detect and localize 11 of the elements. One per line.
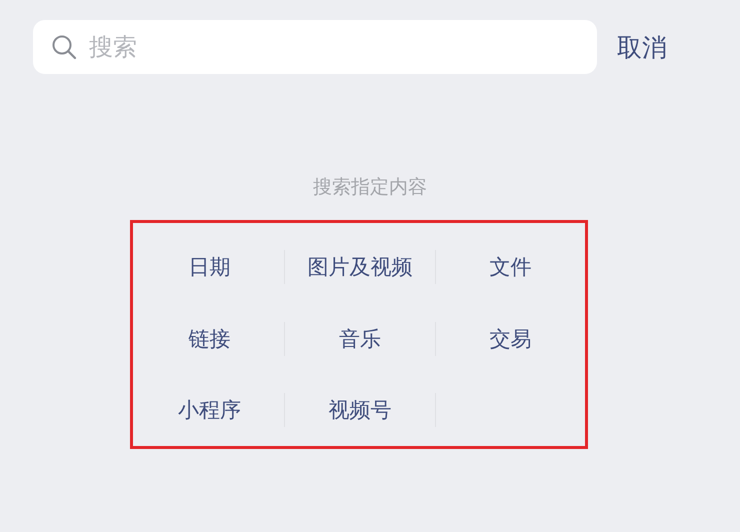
section-title: 搜索指定内容 (313, 175, 427, 200)
search-field[interactable]: 搜索 (33, 20, 597, 74)
category-link[interactable]: 链接 (188, 324, 231, 352)
category-link[interactable]: 日期 (188, 252, 231, 281)
category-link[interactable]: 音乐 (338, 324, 381, 352)
cancel-button[interactable]: 取消 (617, 30, 667, 64)
category-link[interactable]: 交易 (489, 324, 532, 352)
category-link[interactable]: 图片及视频 (307, 252, 412, 281)
category-link[interactable]: 小程序 (178, 396, 242, 424)
category-link[interactable]: 视频号 (328, 396, 392, 424)
category-link[interactable]: 文件 (489, 252, 532, 281)
